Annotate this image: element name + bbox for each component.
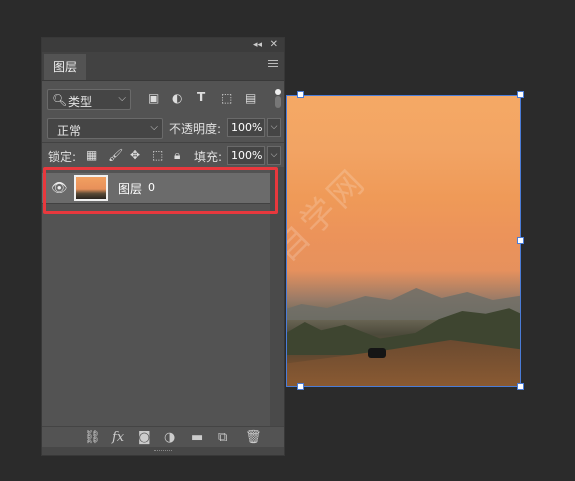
transform-handle-top-left[interactable] [297,91,304,98]
fill-label: 填充: [194,150,223,164]
shape-filter-icon[interactable]: ⬚ [221,91,232,105]
eye-icon[interactable]: 👁︎ [51,181,68,196]
adjustment-filter-icon[interactable]: ◐ [172,91,182,105]
add-mask-icon[interactable]: ◙ [138,430,151,445]
filter-toggle[interactable] [275,89,281,109]
canvas-image[interactable]: 软件自学网 [286,95,521,387]
type-filter-icon[interactable]: T [197,90,205,104]
layer-name-suffix: 0 [148,181,155,194]
divider [42,142,284,143]
transform-handle-bottom-left[interactable] [297,383,304,390]
delete-layer-icon[interactable]: 🗑︎ [245,430,262,445]
panel-footer: ⛓︎ fx ◙ ◑ ▬ ⧉ 🗑︎ [42,426,284,449]
filter-kind-value: 类型 [68,95,93,109]
adjustment-layer-icon[interactable]: ◑ [164,430,175,445]
lock-all-icon[interactable]: 🔒︎ [174,148,180,163]
smart-object-filter-icon[interactable]: ▤ [245,91,256,105]
layer-thumbnail[interactable] [74,175,108,201]
lock-transparent-pixels-icon[interactable]: ▦ [86,148,97,162]
panel-tabbar: 图层 [42,52,284,81]
panel-menu-icon[interactable] [268,60,278,69]
blend-mode-value: 正常 [57,124,82,138]
new-layer-icon[interactable]: ⧉ [218,430,227,445]
collapse-icon[interactable]: ◂◂ [253,38,262,52]
transform-handle-top-right[interactable] [517,91,524,98]
blend-mode-select[interactable]: 正常 ⌵ [47,118,163,139]
tab-layers[interactable]: 图层 [44,54,86,80]
opacity-input[interactable]: 100% [227,118,265,137]
panel-resize-grip[interactable] [42,447,284,455]
opacity-label: 不透明度: [169,122,222,136]
filter-kind-select[interactable]: 🔍︎ 类型 ⌵ [47,89,131,110]
layer-row[interactable]: 👁︎ 图层 0 [42,173,270,204]
new-group-icon[interactable]: ▬ [191,430,203,445]
fill-input[interactable]: 100% [227,146,265,165]
layers-panel: ◂◂ ✕ 图层 🔍︎ 类型 ⌵ ▣ ◐ T ⬚ ▤ 正常 ⌵ 不透明度: 100… [41,37,285,456]
lock-image-pixels-icon[interactable]: 🖌︎ [108,148,123,162]
panel-titlebar: ◂◂ ✕ [42,38,284,52]
transform-handle-right[interactable] [517,237,524,244]
link-layers-icon[interactable]: ⛓︎ [84,430,101,445]
photo-car [368,348,386,358]
close-icon[interactable]: ✕ [270,38,278,52]
layers-list [42,167,270,426]
fill-dropdown-button[interactable]: ⌵ [267,146,281,165]
lock-label: 锁定: [48,150,77,164]
opacity-dropdown-button[interactable]: ⌵ [267,118,281,137]
image-filter-icon[interactable]: ▣ [148,91,159,105]
search-icon: 🔍︎ [52,93,68,107]
transform-handle-bottom-right[interactable] [517,383,524,390]
lock-artboard-icon[interactable]: ⬚ [152,148,163,162]
chevron-down-icon: ⌵ [150,122,158,133]
fx-icon[interactable]: fx [112,430,124,445]
layers-scrollbar[interactable] [270,167,284,426]
layer-name[interactable]: 图层 [118,180,142,197]
lock-position-icon[interactable]: ✥ [130,148,140,162]
chevron-down-icon: ⌵ [118,93,126,104]
